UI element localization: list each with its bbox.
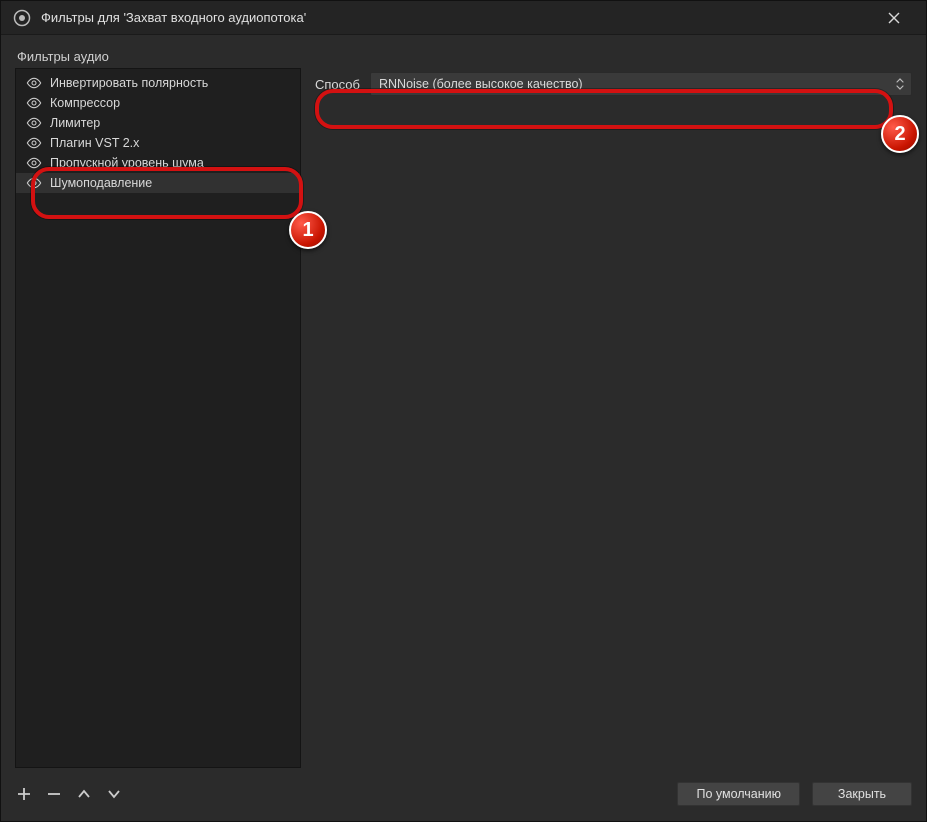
filter-item[interactable]: Компрессор xyxy=(16,93,300,113)
move-filter-up-button[interactable] xyxy=(75,785,93,803)
filter-item-label: Лимитер xyxy=(50,116,100,130)
filters-dialog: Фильтры для 'Захват входного аудиопотока… xyxy=(0,0,927,822)
visibility-icon[interactable] xyxy=(26,155,42,171)
close-window-button[interactable] xyxy=(874,1,914,35)
move-filter-down-button[interactable] xyxy=(105,785,123,803)
filter-item-label: Компрессор xyxy=(50,96,120,110)
dialog-body: Фильтры аудио Инвертировать полярность Ко… xyxy=(1,35,926,767)
defaults-button[interactable]: По умолчанию xyxy=(677,782,800,806)
filter-item-label: Плагин VST 2.x xyxy=(50,136,139,150)
method-select-value: RNNoise (более высокое качество) xyxy=(379,77,583,91)
filter-properties-panel: Способ RNNoise (более высокое качество) xyxy=(315,68,912,768)
audio-filters-label: Фильтры аудио xyxy=(17,49,912,64)
filter-item[interactable]: Инвертировать полярность xyxy=(16,73,300,93)
filter-item-label: Пропускной уровень шума xyxy=(50,156,204,170)
method-label: Способ xyxy=(315,77,360,92)
window-title: Фильтры для 'Захват входного аудиопотока… xyxy=(41,10,874,25)
filter-list-controls xyxy=(15,785,123,803)
visibility-icon[interactable] xyxy=(26,135,42,151)
visibility-icon[interactable] xyxy=(26,95,42,111)
add-filter-button[interactable] xyxy=(15,785,33,803)
filter-list[interactable]: Инвертировать полярность Компрессор Лимите… xyxy=(15,68,301,768)
visibility-icon[interactable] xyxy=(26,75,42,91)
app-icon xyxy=(13,9,31,27)
close-button[interactable]: Закрыть xyxy=(812,782,912,806)
visibility-icon[interactable] xyxy=(26,115,42,131)
filter-item[interactable]: Лимитер xyxy=(16,113,300,133)
dialog-footer: По умолчанию Закрыть xyxy=(1,767,926,821)
method-select[interactable]: RNNoise (более высокое качество) xyxy=(370,72,912,96)
select-arrows-icon xyxy=(895,77,905,91)
remove-filter-button[interactable] xyxy=(45,785,63,803)
visibility-icon[interactable] xyxy=(26,175,42,191)
filter-item[interactable]: Пропускной уровень шума xyxy=(16,153,300,173)
filter-item-label: Инвертировать полярность xyxy=(50,76,208,90)
filter-item-label: Шумоподавление xyxy=(50,176,152,190)
filter-list-column: Инвертировать полярность Компрессор Лимите… xyxy=(15,68,301,768)
method-row: Способ RNNoise (более высокое качество) xyxy=(315,72,912,96)
filter-item[interactable]: Шумоподавление xyxy=(16,173,300,193)
filter-item[interactable]: Плагин VST 2.x xyxy=(16,133,300,153)
titlebar: Фильтры для 'Захват входного аудиопотока… xyxy=(1,1,926,35)
